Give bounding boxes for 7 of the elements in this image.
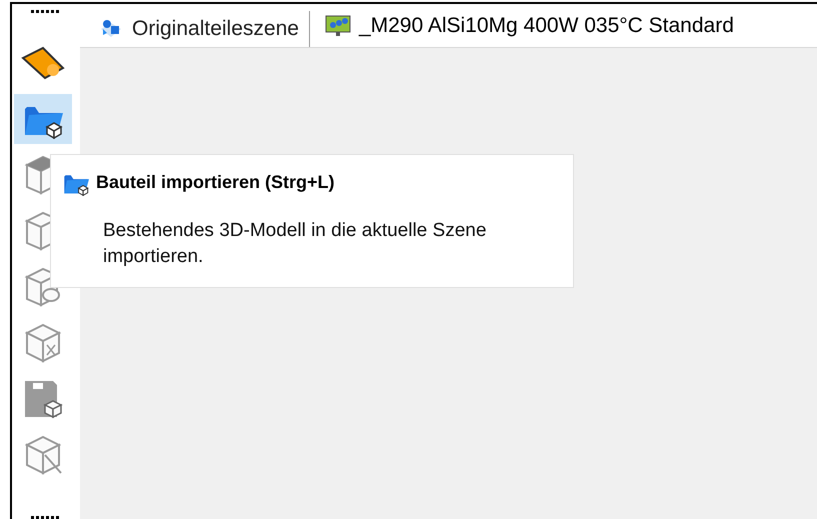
plate-icon xyxy=(324,14,351,36)
shapes-icon xyxy=(100,19,122,39)
tooltip-text: Bestehendes 3D-Modell in die aktuelle Szene importieren. xyxy=(103,219,488,269)
import-button[interactable] xyxy=(14,94,72,144)
grip-icon[interactable] xyxy=(31,516,61,519)
grip-icon[interactable] xyxy=(31,10,61,14)
tooltip-title: Bauteil importieren (Strg+L) xyxy=(96,171,335,194)
